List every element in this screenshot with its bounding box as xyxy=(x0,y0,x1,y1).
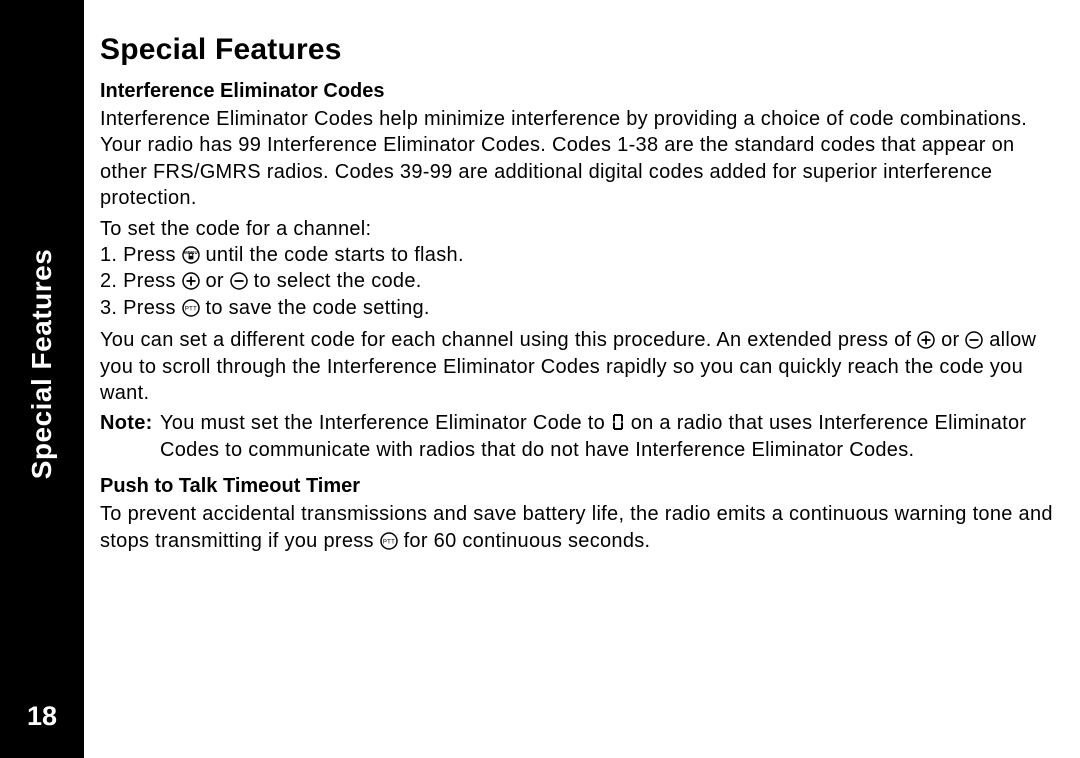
step-2: 2. Press or to select the code. xyxy=(100,268,1056,294)
section2-body-b: for 60 continuous seconds. xyxy=(398,530,651,552)
step1-suffix: until the code starts to flash. xyxy=(200,244,464,266)
note-label: Note: xyxy=(100,410,158,463)
step2-suffix: to select the code. xyxy=(248,270,422,292)
page-title: Special Features xyxy=(100,30,1056,70)
sidebar: Special Features 18 xyxy=(0,0,84,758)
page-number: 18 xyxy=(0,701,84,732)
minus-circle-icon xyxy=(230,272,248,290)
svg-text:PTT: PTT xyxy=(383,539,395,545)
step2-mid: or xyxy=(200,270,230,292)
section1-intro: Interference Eliminator Codes help minim… xyxy=(100,106,1056,212)
step3-suffix: to save the code setting. xyxy=(200,297,430,319)
plus-circle-icon xyxy=(182,272,200,290)
sidebar-section-label: Special Features xyxy=(26,249,58,480)
note-body: You must set the Interference Eliminator… xyxy=(158,410,1056,463)
note-a: You must set the Interference Eliminator… xyxy=(160,412,611,434)
content-area: Special Features Interference Eliminator… xyxy=(84,0,1080,758)
step-1: 1. Press MENU until the code starts to f… xyxy=(100,242,1056,268)
step3-prefix: 3. Press xyxy=(100,297,182,319)
after-mid: or xyxy=(935,329,965,351)
step2-prefix: 2. Press xyxy=(100,270,182,292)
section1-lead: To set the code for a channel: xyxy=(100,216,1056,242)
step1-prefix: 1. Press xyxy=(100,244,182,266)
ptt-circle-icon: PTT xyxy=(182,299,200,317)
section2-heading: Push to Talk Timeout Timer xyxy=(100,473,1056,499)
after-a: You can set a different code for each ch… xyxy=(100,329,917,351)
minus-circle-icon xyxy=(965,331,983,349)
lcd-zero-icon xyxy=(611,412,625,432)
plus-circle-icon xyxy=(917,331,935,349)
svg-text:PTT: PTT xyxy=(185,306,197,312)
step-3: 3. Press PTT to save the code setting. xyxy=(100,295,1056,321)
menu-lock-icon: MENU xyxy=(182,246,200,264)
section1-heading: Interference Eliminator Codes xyxy=(100,78,1056,104)
ptt-circle-icon: PTT xyxy=(380,532,398,550)
section1-after: You can set a different code for each ch… xyxy=(100,327,1056,406)
manual-page: Special Features 18 Special Features Int… xyxy=(0,0,1080,758)
section1-note: Note: You must set the Interference Elim… xyxy=(100,410,1056,463)
section2-body: To prevent accidental transmissions and … xyxy=(100,501,1056,554)
